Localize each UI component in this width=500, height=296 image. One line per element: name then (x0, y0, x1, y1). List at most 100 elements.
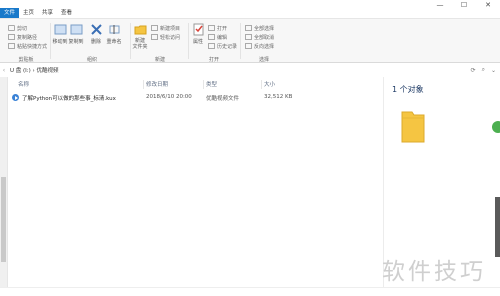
invert-selection-label: 反向选择 (254, 43, 275, 50)
invert-selection-button[interactable]: 反向选择 (245, 42, 274, 50)
history-icon (208, 43, 215, 49)
select-none-icon (245, 34, 252, 40)
list-item[interactable]: 了解Python可以做的那些事_标清.kux 2018/6/10 20:00 优… (12, 93, 312, 102)
history-button[interactable]: 历史记录 (208, 42, 237, 50)
file-size: 32,512 KB (264, 94, 293, 100)
organize-group: 移动到 复制到 删除 重命名 组织 (52, 21, 132, 63)
easy-access-icon (151, 34, 158, 40)
file-name: 了解Python可以做的那些事_标清.kux (22, 96, 116, 102)
properties-label: 属性 (192, 39, 203, 45)
select-none-label: 全部取消 (254, 34, 275, 41)
history-label: 历史记录 (217, 43, 238, 50)
rename-icon (109, 25, 119, 34)
column-name[interactable]: 名称 (18, 80, 29, 88)
ribbon-divider (188, 23, 189, 59)
edit-label: 编辑 (217, 34, 228, 41)
new-folder-icon (134, 25, 146, 35)
easy-access-label: 轻松访问 (160, 34, 181, 41)
easy-access-button[interactable]: 轻松访问 (151, 33, 180, 41)
move-to-label: 移动到 (52, 39, 68, 45)
column-divider (261, 80, 262, 89)
tab-view[interactable]: 查看 (57, 8, 76, 18)
expand-icon[interactable]: ⌄ (491, 67, 496, 74)
tab-home[interactable]: 主页 (19, 8, 38, 18)
delete-button[interactable]: 删除 (88, 23, 104, 45)
new-folder-label: 新建 文件夹 (132, 38, 148, 50)
paste-shortcut-button[interactable]: 粘贴快捷方式 (8, 42, 47, 50)
new-item-label: 新建项目 (160, 25, 181, 32)
edit-button[interactable]: 编辑 (208, 33, 227, 41)
copy-to-label: 复制到 (68, 39, 84, 45)
selection-count: 1 个对象 (392, 85, 424, 94)
select-group-label: 选择 (258, 57, 269, 63)
folder-icon (401, 111, 425, 143)
open-label: 打开 (217, 25, 228, 32)
copy-to-button[interactable]: 复制到 (68, 23, 84, 45)
navigation-scrollbar[interactable] (1, 177, 6, 262)
breadcrumb[interactable]: U 盘 (I:) › 优酷视频 (8, 64, 59, 76)
floating-action-icon[interactable] (492, 121, 500, 133)
column-size[interactable]: 大小 (264, 80, 275, 88)
select-all-icon (245, 25, 252, 31)
column-divider (143, 80, 144, 89)
video-file-icon (12, 94, 19, 101)
new-item-button[interactable]: 新建项目 (151, 24, 180, 32)
address-bar: ‹ U 盘 (I:) › 优酷视频 ⟳ ⌕ ⌄ (0, 64, 500, 76)
properties-icon (193, 23, 203, 36)
copy-path-button[interactable]: 复制路径 (8, 33, 37, 41)
copy-to-icon (70, 24, 82, 35)
search-icon[interactable]: ⌕ (482, 66, 485, 74)
ribbon-divider (130, 23, 131, 59)
invert-selection-icon (245, 43, 252, 49)
select-all-button[interactable]: 全部选择 (245, 24, 274, 32)
scissors-icon (8, 25, 15, 31)
select-none-button[interactable]: 全部取消 (245, 33, 274, 41)
select-all-label: 全部选择 (254, 25, 275, 32)
column-header: 名称 修改日期 类型 大小 (10, 80, 380, 89)
file-modified: 2018/6/10 20:00 (146, 94, 192, 100)
cut-button[interactable]: 剪切 (8, 24, 27, 32)
navigation-pane (0, 77, 8, 287)
edit-icon (208, 34, 215, 40)
new-group-label: 新建 (154, 57, 165, 63)
rename-label: 重命名 (106, 39, 122, 45)
ribbon-tabs: 文件 主页 共享 查看 (0, 8, 500, 18)
tab-share[interactable]: 共享 (38, 8, 57, 18)
move-to-icon (54, 24, 66, 35)
scrollbar[interactable] (495, 197, 500, 257)
open-icon (208, 25, 215, 31)
back-arrow-icon[interactable]: ‹ (0, 64, 8, 76)
refresh-icon[interactable]: ⟳ (471, 67, 476, 74)
column-type[interactable]: 类型 (206, 80, 217, 88)
organize-group-label: 组织 (86, 57, 97, 63)
ribbon: 剪切 复制路径 粘贴快捷方式 剪贴板 移动到 复制到 删除 重命名 组织 新建 … (0, 18, 500, 63)
clipboard-group-label: 剪贴板 (18, 57, 34, 63)
clipboard-group: 剪切 复制路径 粘贴快捷方式 剪贴板 (4, 21, 48, 63)
ribbon-divider (240, 23, 241, 59)
copy-path-label: 复制路径 (17, 34, 38, 41)
properties-button[interactable]: 属性 (190, 23, 206, 45)
status-bar (0, 287, 500, 296)
open-group: 属性 打开 编辑 历史记录 打开 (190, 21, 238, 63)
file-type: 优酷视频文件 (206, 96, 240, 102)
address-right-controls: ⟳ ⌕ ⌄ (471, 64, 496, 76)
copy-path-icon (8, 34, 15, 40)
column-divider (203, 80, 204, 89)
rename-button[interactable]: 重命名 (106, 23, 122, 45)
new-folder-button[interactable]: 新建 文件夹 (132, 23, 148, 50)
new-item-icon (151, 25, 158, 31)
column-modified[interactable]: 修改日期 (146, 80, 168, 88)
open-group-label: 打开 (208, 57, 219, 63)
select-group: 全部选择 全部取消 反向选择 选择 (243, 21, 285, 63)
paste-shortcut-icon (8, 43, 15, 49)
ribbon-divider (50, 23, 51, 59)
tab-file[interactable]: 文件 (0, 8, 20, 18)
new-group: 新建 文件夹 新建项目 轻松访问 新建 (132, 21, 188, 63)
watermark-text: 软件技巧 (382, 259, 486, 285)
delete-label: 删除 (90, 39, 101, 45)
open-button[interactable]: 打开 (208, 24, 227, 32)
paste-shortcut-label: 粘贴快捷方式 (17, 43, 48, 50)
delete-x-icon (90, 24, 102, 35)
cut-label: 剪切 (17, 25, 28, 32)
move-to-button[interactable]: 移动到 (52, 23, 68, 45)
